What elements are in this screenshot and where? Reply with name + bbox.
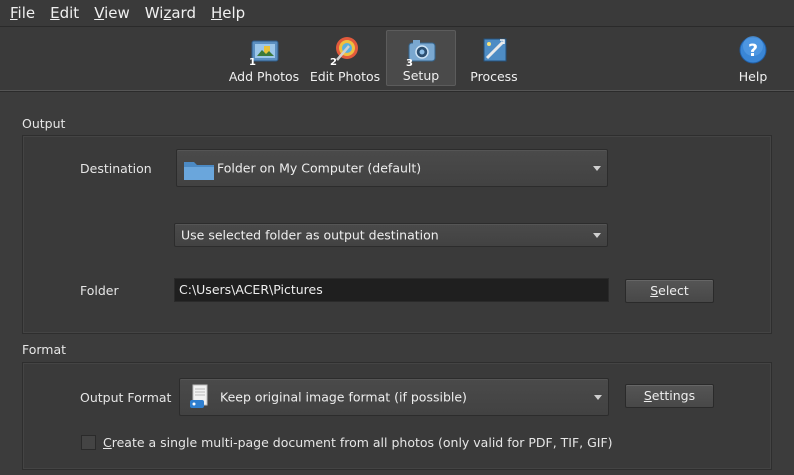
add-photos-step-number: 1 — [249, 57, 256, 66]
menu-help-rest: elp — [222, 4, 246, 22]
folder-label: Folder — [80, 283, 119, 298]
menu-edit[interactable]: Edit — [40, 0, 84, 26]
menu-help[interactable]: Help — [201, 0, 250, 26]
menu-wizard-pre: Wi — [144, 4, 164, 22]
output-format-label: Output Format — [80, 390, 172, 405]
help-label: Help — [738, 69, 768, 84]
toolbar: 1 Add Photos 2 Edit Photos 3 Setup Proce… — [0, 27, 794, 91]
chevron-down-icon — [594, 395, 602, 400]
file-format-icon — [190, 384, 208, 408]
format-panel: Output Format Keep original image format… — [22, 362, 772, 470]
edit-photos-step-number: 2 — [330, 57, 337, 66]
settings-button-rest: ettings — [651, 388, 696, 403]
setup-icon: 3 — [406, 40, 436, 67]
destination-label: Destination — [80, 161, 152, 176]
menu-edit-rest: dit — [59, 4, 80, 22]
folder-mode-dropdown[interactable]: Use selected folder as output destinatio… — [174, 223, 608, 247]
settings-button[interactable]: Settings — [625, 384, 714, 408]
multipage-checkbox[interactable] — [81, 435, 96, 450]
menu-edit-key: E — [50, 4, 60, 22]
select-button-key: S — [650, 283, 659, 298]
chevron-down-icon — [593, 166, 601, 171]
menu-file-key: F — [10, 4, 18, 22]
svg-text:?: ? — [748, 41, 758, 61]
output-format-dropdown[interactable]: Keep original image format (if possible) — [179, 378, 609, 416]
menu-file-rest: ile — [17, 4, 36, 22]
setup-step-number: 3 — [406, 58, 413, 67]
folder-icon — [184, 162, 214, 180]
format-section-title: Format — [22, 342, 67, 357]
multipage-label-rest: reate a single multi-page document from … — [111, 435, 613, 450]
menu-bar: File Edit View Wizard Help — [0, 0, 794, 26]
process-button[interactable]: Process — [462, 30, 526, 86]
setup-button[interactable]: 3 Setup — [386, 30, 456, 86]
output-section-title: Output — [22, 116, 66, 131]
menu-view-rest: iew — [104, 4, 130, 22]
add-photos-label: Add Photos — [228, 69, 300, 84]
help-button[interactable]: ? Help — [726, 30, 780, 86]
menu-view-key: V — [94, 4, 105, 22]
add-photos-button[interactable]: 1 Add Photos — [226, 30, 302, 86]
process-icon — [483, 38, 507, 62]
multipage-label[interactable]: Create a single multi-page document from… — [103, 435, 613, 450]
process-label: Process — [470, 69, 518, 84]
menu-wizard-rest: ard — [171, 4, 196, 22]
menu-wizard[interactable]: Wizard — [135, 0, 201, 26]
edit-photos-label: Edit Photos — [309, 69, 381, 84]
toolbar-divider — [0, 91, 794, 92]
setup-label: Setup — [402, 68, 440, 83]
edit-photos-button[interactable]: 2 Edit Photos — [308, 30, 382, 86]
edit-photos-icon: 2 — [330, 37, 358, 66]
settings-button-key: S — [643, 388, 652, 403]
menu-help-key: H — [210, 4, 223, 22]
destination-dropdown[interactable]: Folder on My Computer (default) — [176, 149, 608, 187]
select-button-rest: elect — [658, 283, 689, 298]
menu-view[interactable]: View — [84, 0, 135, 26]
menu-file[interactable]: File — [0, 0, 40, 26]
destination-value: Folder on My Computer (default) — [217, 160, 422, 176]
multipage-label-key: C — [103, 435, 112, 450]
chevron-down-icon — [593, 233, 601, 238]
folder-mode-value: Use selected folder as output destinatio… — [181, 227, 439, 243]
help-icon: ? — [739, 36, 767, 64]
add-photos-icon: 1 — [249, 40, 279, 66]
select-folder-button[interactable]: Select — [625, 279, 714, 303]
folder-path-input[interactable]: C:\Users\ACER\Pictures — [174, 278, 609, 302]
output-format-value: Keep original image format (if possible) — [220, 389, 467, 405]
output-panel: Destination Folder on My Computer (defau… — [22, 135, 772, 334]
